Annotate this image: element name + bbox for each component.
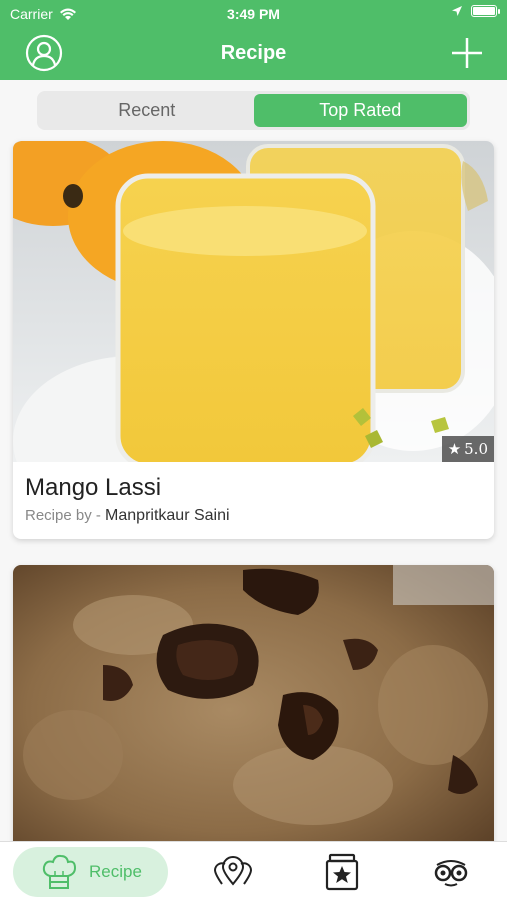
tab-favorites[interactable] — [316, 842, 368, 900]
star-icon: ★ — [447, 440, 462, 458]
recipe-author: Manpritkaur Saini — [105, 507, 230, 524]
add-icon[interactable] — [449, 35, 485, 71]
page-title: Recipe — [220, 42, 287, 64]
recipe-card[interactable] — [13, 565, 494, 855]
map-pins-icon — [213, 855, 253, 886]
recipe-name: Mango Lassi — [25, 474, 162, 501]
recipe-byline: Recipe by - Manpritkaur Saini — [25, 507, 230, 525]
location-arrow-icon — [452, 6, 462, 16]
segment-top-rated[interactable]: Top Rated — [253, 94, 467, 127]
tab-recipe-label: Recipe — [89, 862, 142, 881]
recipe-card[interactable]: ★ 5.0 Mango Lassi Recipe by - Manpritkau… — [13, 141, 494, 539]
rating-value: 5.0 — [464, 440, 488, 458]
mango-lassi-photo — [13, 141, 494, 462]
recipe-filter-segmented-control: Recent Top Rated — [37, 91, 470, 130]
starred-jar-icon — [325, 853, 359, 890]
clock: 3:49 PM — [227, 6, 280, 22]
byline-prefix: Recipe by - — [25, 507, 106, 524]
chocolate-chip-cookie-photo — [13, 565, 494, 855]
tab-map[interactable] — [207, 842, 259, 900]
tab-recipe[interactable]: Recipe — [13, 847, 168, 897]
rating-badge: ★ 5.0 — [441, 436, 494, 462]
tab-bar: Recipe — [0, 841, 507, 900]
glasses-face-icon — [434, 859, 468, 886]
battery-icon — [471, 5, 500, 17]
navigation-bar: Recipe — [0, 28, 507, 80]
tab-profile[interactable] — [425, 842, 477, 900]
segment-recent[interactable]: Recent — [40, 94, 254, 127]
chef-hat-icon — [42, 854, 77, 889]
status-bar: Carrier 3:49 PM — [0, 0, 507, 28]
